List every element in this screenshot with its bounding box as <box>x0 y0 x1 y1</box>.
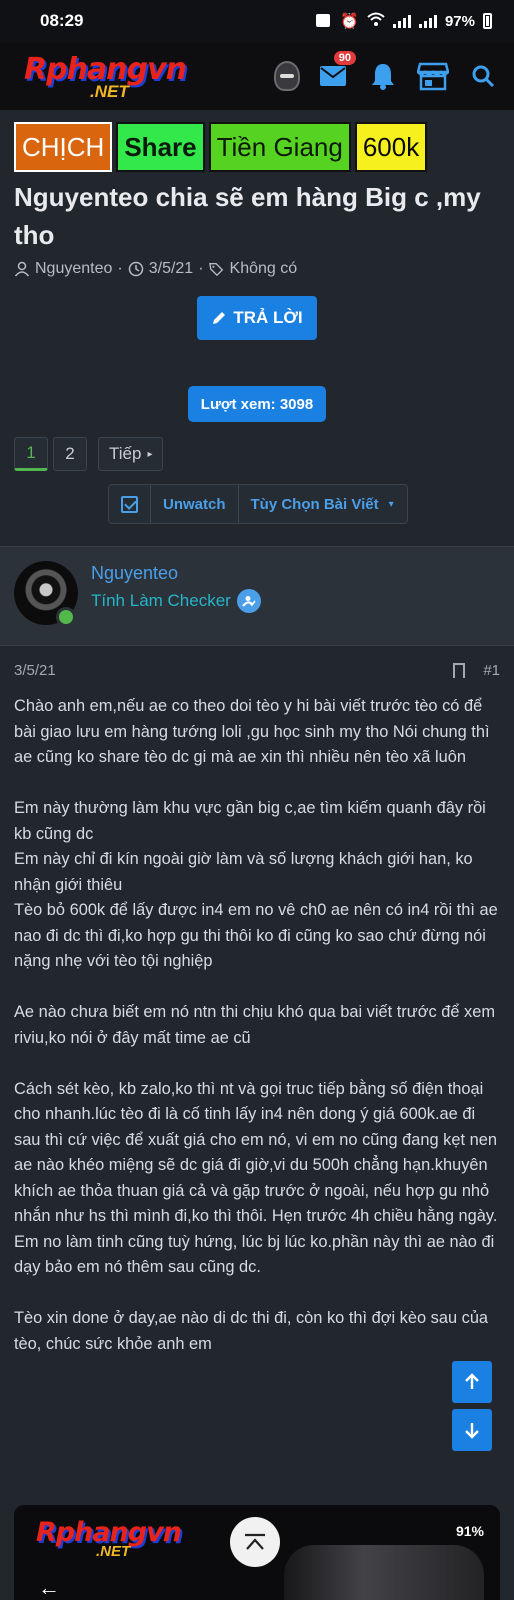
messages-button[interactable]: 90 <box>316 51 356 93</box>
notification-icon <box>316 14 332 28</box>
app-bar: Rphangvn .NET 90 <box>0 42 514 110</box>
thread-options-dropdown[interactable]: Tùy Chọn Bài Viết ▾ <box>239 485 406 523</box>
chevron-down-icon: ▾ <box>388 498 394 510</box>
chevron-up-icon <box>245 1533 265 1550</box>
post-paragraph: Chào anh em,nếu ae co theo doi tèo y hi … <box>14 697 490 766</box>
back-to-top-button[interactable] <box>230 1517 280 1567</box>
signal-2-icon <box>418 14 437 28</box>
post-user-panel: Nguyenteo Tính Làm Checker <box>0 546 514 646</box>
post-meta: 3/5/21 #1 <box>14 662 500 679</box>
reply-button[interactable]: TRẢ LỜI <box>197 296 317 340</box>
next-page-label: Tiếp <box>109 444 142 463</box>
user-title-text: Tính Làm Checker <box>91 591 231 610</box>
prefix-chich[interactable]: CHỊCH <box>14 122 113 172</box>
footer-status-icons: 91% <box>456 1523 484 1539</box>
back-arrow-icon[interactable]: ← <box>38 1575 60 1600</box>
unwatch-label: Unwatch <box>163 495 226 513</box>
arrow-down-icon <box>465 1423 479 1439</box>
scroll-up-button[interactable] <box>452 1361 492 1403</box>
alarm-icon: ⏰ <box>340 13 359 30</box>
bookmark-icon[interactable] <box>453 663 466 678</box>
thread-meta: Nguyenteo · 3/5/21 · Không có <box>14 260 297 278</box>
caret-right-icon: ▸ <box>147 448 153 460</box>
thread-prefixes: CHỊCH Share Tiền Giang 600k <box>14 122 428 172</box>
page-1-link[interactable]: 1 <box>14 437 48 471</box>
post-number[interactable]: #1 <box>483 662 500 679</box>
footer-overlay: Rphangvn .NET 91% ← <box>14 1505 500 1600</box>
envelope-icon <box>320 66 346 86</box>
meta-separator: · <box>117 260 123 277</box>
reply-button-label: TRẢ LỜI <box>233 308 303 327</box>
search-icon <box>472 65 495 88</box>
arrow-up-icon <box>465 1373 479 1389</box>
user-icon <box>14 261 30 277</box>
footer-background-image <box>284 1545 484 1600</box>
store-icon <box>417 62 449 91</box>
logo-net-text: .NET <box>90 82 129 101</box>
footer-logo[interactable]: Rphangvn .NET <box>36 1513 216 1563</box>
footer-logo-net: .NET <box>96 1543 131 1560</box>
store-button[interactable] <box>416 59 450 93</box>
user-avatar-icon[interactable] <box>274 61 300 91</box>
thread-author[interactable]: Nguyenteo <box>35 260 112 278</box>
wifi-icon <box>367 12 385 30</box>
post-meta-actions: #1 <box>453 662 500 679</box>
status-icons: ⏰ 97% <box>316 12 492 30</box>
post-username[interactable]: Nguyenteo <box>91 563 178 584</box>
views-badge: Lượt xem: 3098 <box>188 386 326 422</box>
watch-checkbox[interactable] <box>109 485 151 523</box>
prefix-location[interactable]: Tiền Giang <box>208 122 351 172</box>
meta-separator: · <box>198 260 204 277</box>
search-button[interactable] <box>466 59 500 93</box>
battery-percent: 97% <box>444 12 475 30</box>
messages-badge: 90 <box>333 51 356 65</box>
user-title: Tính Làm Checker <box>91 589 261 613</box>
prefix-share[interactable]: Share <box>116 122 205 172</box>
alerts-button[interactable] <box>366 59 400 93</box>
battery-icon <box>483 13 492 29</box>
thread-date[interactable]: 3/5/21 <box>149 260 193 278</box>
next-page-button[interactable]: Tiếp ▸ <box>98 437 164 471</box>
online-status-icon <box>56 607 76 627</box>
thread-actions-bar: Unwatch Tùy Chọn Bài Viết ▾ <box>108 484 408 524</box>
footer-battery-percent: 91% <box>455 1523 484 1539</box>
scroll-down-button[interactable] <box>452 1409 492 1451</box>
clock-icon <box>128 261 143 277</box>
post-paragraph: Em này thường làm khu vực gần big c,ae t… <box>14 799 498 970</box>
post-paragraph: Tèo xin done ở day,ae nào di dc thi đi, … <box>14 1309 489 1353</box>
thread-options-label: Tùy Chọn Bài Viết <box>250 495 379 513</box>
pencil-icon <box>213 312 226 324</box>
post-paragraph: Cách sét kèo, kb zalo,ko thì nt và gọi t… <box>14 1079 498 1277</box>
prefix-price[interactable]: 600k <box>354 122 428 172</box>
post-body: Chào anh em,nếu ae co theo doi tèo y hi … <box>14 694 500 1383</box>
tags-icon <box>208 263 223 277</box>
unwatch-button[interactable]: Unwatch <box>151 485 239 523</box>
checkbox-icon <box>121 495 138 513</box>
verified-icon <box>236 589 261 613</box>
status-bar: 08:29 ⏰ 97% <box>0 0 514 42</box>
thread-tags: Không có <box>229 260 298 277</box>
status-time: 08:29 <box>40 11 84 30</box>
signal-icon <box>392 14 411 28</box>
post-date[interactable]: 3/5/21 <box>14 662 56 679</box>
thread-title: Nguyenteo chia sẽ em hàng Big c ,my tho <box>14 182 481 250</box>
site-logo[interactable]: Rphangvn .NET <box>24 48 234 104</box>
pagination: 1 2 Tiếp ▸ <box>14 437 164 471</box>
post-paragraph: Ae nào chưa biết em nó ntn thi chịu khó … <box>14 1003 495 1047</box>
app-bar-icons: 90 <box>274 51 500 93</box>
page-2-link[interactable]: 2 <box>53 437 87 471</box>
bell-icon <box>372 64 394 90</box>
